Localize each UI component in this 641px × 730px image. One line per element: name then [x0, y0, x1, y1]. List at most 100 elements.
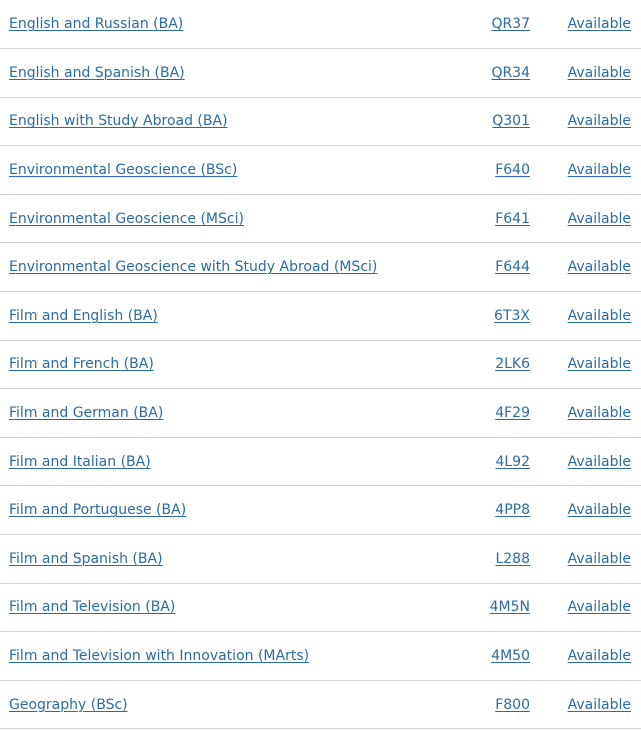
course-status-cell: Available — [536, 534, 641, 584]
course-code-link[interactable]: F800 — [495, 697, 530, 713]
table-row: Environmental Geoscience (MSci) F641 Ava… — [0, 194, 641, 244]
course-status-cell: Available — [536, 48, 641, 98]
course-code-link[interactable]: 2LK6 — [495, 356, 530, 372]
course-code-cell: 6T3X — [420, 291, 536, 341]
course-status-link[interactable]: Available — [568, 113, 631, 129]
course-status-cell: Available — [536, 242, 641, 293]
course-name-cell: Film and Portuguese (BA) — [0, 485, 420, 536]
table-row: Film and Television (BA) 4M5N Available — [0, 583, 641, 633]
course-code-cell: 4M5N — [420, 583, 536, 633]
course-status-link[interactable]: Available — [568, 16, 631, 32]
course-code-link[interactable]: L288 — [495, 551, 530, 567]
course-status-cell: Available — [536, 194, 641, 244]
course-code-cell: QR37 — [420, 0, 536, 50]
course-code-link[interactable]: Q301 — [492, 113, 530, 129]
course-status-link[interactable]: Available — [568, 454, 631, 470]
course-name-cell: Film and French (BA) — [0, 340, 420, 390]
table-row: Film and Portuguese (BA) 4PP8 Available — [0, 485, 641, 536]
course-name-link[interactable]: Environmental Geoscience with Study Abro… — [9, 259, 377, 275]
course-status-link[interactable]: Available — [568, 697, 631, 713]
course-code-cell: 4L92 — [420, 437, 536, 487]
course-status-cell: Available — [536, 680, 641, 730]
course-name-cell: English and Spanish (BA) — [0, 48, 420, 98]
course-name-cell: Film and German (BA) — [0, 388, 420, 438]
course-name-link[interactable]: Film and English (BA) — [9, 308, 158, 324]
course-code-link[interactable]: F644 — [495, 259, 530, 275]
course-status-cell: Available — [536, 437, 641, 487]
course-code-link[interactable]: F640 — [495, 162, 530, 178]
course-status-cell: Available — [536, 388, 641, 438]
course-code-cell: L288 — [420, 534, 536, 584]
course-code-link[interactable]: 4F29 — [495, 405, 530, 421]
table-row: Environmental Geoscience with Study Abro… — [0, 242, 641, 293]
course-code-link[interactable]: QR34 — [491, 65, 530, 81]
table-row: Environmental Geoscience (BSc) F640 Avai… — [0, 145, 641, 195]
course-name-cell: Film and Television with Innovation (MAr… — [0, 631, 420, 681]
table-row: Film and English (BA) 6T3X Available — [0, 291, 641, 341]
course-name-cell: Environmental Geoscience with Study Abro… — [0, 242, 420, 293]
course-code-link[interactable]: 4M5N — [490, 599, 530, 615]
course-status-link[interactable]: Available — [568, 502, 631, 518]
course-name-cell: Film and Spanish (BA) — [0, 534, 420, 584]
table-row: English and Russian (BA) QR37 Available — [0, 0, 641, 50]
course-code-link[interactable]: F641 — [495, 211, 530, 227]
course-code-link[interactable]: 4L92 — [495, 454, 530, 470]
course-status-link[interactable]: Available — [568, 356, 631, 372]
course-name-link[interactable]: Film and German (BA) — [9, 405, 163, 421]
course-name-link[interactable]: Film and Television (BA) — [9, 599, 175, 615]
course-code-cell: QR34 — [420, 48, 536, 98]
course-status-link[interactable]: Available — [568, 599, 631, 615]
course-status-link[interactable]: Available — [568, 308, 631, 324]
course-code-link[interactable]: 4PP8 — [495, 502, 530, 518]
course-name-cell: Geography (BSc) — [0, 680, 420, 730]
course-name-link[interactable]: English with Study Abroad (BA) — [9, 113, 228, 129]
course-status-cell: Available — [536, 485, 641, 536]
course-status-link[interactable]: Available — [568, 211, 631, 227]
course-name-link[interactable]: Film and Television with Innovation (MAr… — [9, 648, 309, 664]
table-row: Film and Television with Innovation (MAr… — [0, 631, 641, 681]
course-status-cell: Available — [536, 340, 641, 390]
table-row: Film and German (BA) 4F29 Available — [0, 388, 641, 438]
course-name-cell: English and Russian (BA) — [0, 0, 420, 50]
table-row: English with Study Abroad (BA) Q301 Avai… — [0, 97, 641, 147]
course-name-cell: Film and Italian (BA) — [0, 437, 420, 487]
course-name-link[interactable]: Environmental Geoscience (BSc) — [9, 162, 237, 178]
course-status-link[interactable]: Available — [568, 405, 631, 421]
course-table: English and Russian (BA) QR37 Available … — [0, 0, 641, 730]
course-status-cell: Available — [536, 583, 641, 633]
course-code-cell: Q301 — [420, 97, 536, 147]
course-code-link[interactable]: 4M50 — [491, 648, 530, 664]
table-row: Geography (BSc) F800 Available — [0, 680, 641, 730]
course-status-link[interactable]: Available — [568, 162, 631, 178]
table-row: Film and French (BA) 2LK6 Available — [0, 340, 641, 390]
course-code-cell: F641 — [420, 194, 536, 244]
course-code-cell: F800 — [420, 680, 536, 730]
course-name-cell: English with Study Abroad (BA) — [0, 97, 420, 147]
course-name-link[interactable]: Geography (BSc) — [9, 697, 128, 713]
course-name-link[interactable]: English and Russian (BA) — [9, 16, 183, 32]
table-row: English and Spanish (BA) QR34 Available — [0, 48, 641, 98]
course-code-link[interactable]: 6T3X — [494, 308, 530, 324]
course-name-cell: Environmental Geoscience (MSci) — [0, 194, 420, 244]
course-status-link[interactable]: Available — [568, 551, 631, 567]
course-code-cell: 4PP8 — [420, 485, 536, 536]
course-name-link[interactable]: Film and French (BA) — [9, 356, 154, 372]
table-row: Film and Spanish (BA) L288 Available — [0, 534, 641, 584]
course-status-cell: Available — [536, 145, 641, 195]
course-name-link[interactable]: Film and Portuguese (BA) — [9, 502, 186, 518]
course-status-link[interactable]: Available — [568, 648, 631, 664]
course-code-link[interactable]: QR37 — [491, 16, 530, 32]
course-code-cell: 4F29 — [420, 388, 536, 438]
course-name-link[interactable]: Film and Italian (BA) — [9, 454, 151, 470]
course-code-cell: F640 — [420, 145, 536, 195]
course-name-link[interactable]: Environmental Geoscience (MSci) — [9, 211, 244, 227]
course-status-link[interactable]: Available — [568, 259, 631, 275]
course-name-cell: Environmental Geoscience (BSc) — [0, 145, 420, 195]
course-name-link[interactable]: English and Spanish (BA) — [9, 65, 185, 81]
course-code-cell: 2LK6 — [420, 340, 536, 390]
course-code-cell: F644 — [420, 242, 536, 293]
course-status-cell: Available — [536, 97, 641, 147]
course-status-cell: Available — [536, 0, 641, 50]
course-name-link[interactable]: Film and Spanish (BA) — [9, 551, 163, 567]
course-status-link[interactable]: Available — [568, 65, 631, 81]
